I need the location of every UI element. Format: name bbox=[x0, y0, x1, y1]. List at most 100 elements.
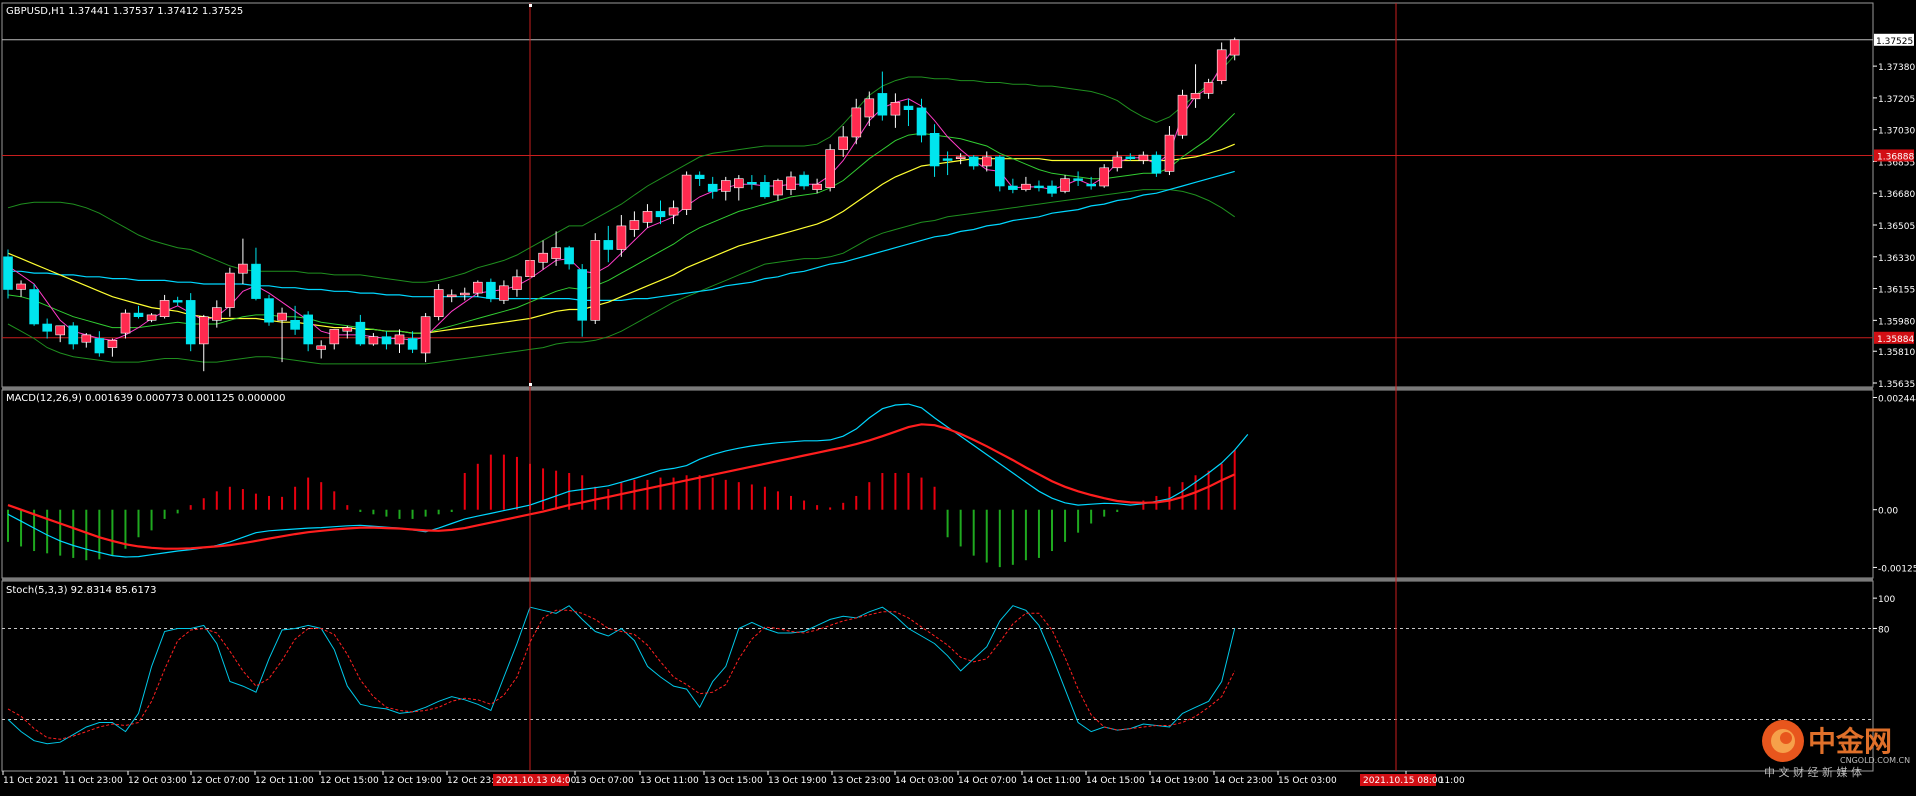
candle-body bbox=[655, 211, 666, 218]
candle-body bbox=[1151, 154, 1162, 174]
candle-body bbox=[381, 336, 392, 345]
candle-body bbox=[564, 247, 574, 265]
chart-svg: 1.375251.373801.372051.370301.368551.366… bbox=[0, 0, 1916, 792]
candle-body bbox=[590, 240, 601, 321]
candle-body bbox=[42, 323, 53, 332]
candle-body bbox=[851, 107, 862, 138]
time-tick-label: 13 Oct 07:00 bbox=[575, 776, 634, 786]
support-tag-label: 1.35884 bbox=[1877, 335, 1914, 345]
brand-name: 中金网 bbox=[1808, 725, 1892, 758]
candle-body bbox=[642, 211, 653, 223]
candle-body bbox=[681, 174, 692, 210]
candle-body bbox=[342, 327, 353, 332]
candle-body bbox=[720, 180, 731, 192]
time-tick-label: 13 Oct 23:00 bbox=[832, 776, 891, 786]
candle-body bbox=[577, 269, 588, 321]
candle-body bbox=[29, 289, 39, 325]
time-tick-label: 14 Oct 23:00 bbox=[1214, 776, 1273, 786]
candle-body bbox=[420, 316, 431, 354]
chart-root: 1.37525 1.37380 1.37205 1.37030 1.36855 1.366… bbox=[0, 0, 1916, 792]
candle-body bbox=[1112, 156, 1123, 169]
candle-body bbox=[264, 298, 274, 323]
candle-body bbox=[355, 321, 366, 345]
price-tick-label: 1.37525 bbox=[1876, 37, 1913, 47]
candle-body bbox=[16, 283, 26, 290]
time-tick-label: 11 Oct 23:00 bbox=[64, 776, 123, 786]
candle-body bbox=[981, 156, 992, 167]
candle-body bbox=[316, 345, 327, 350]
candle-body bbox=[1099, 167, 1109, 187]
candle-body bbox=[459, 292, 470, 296]
brand-tagline: 中 文 财 经 新 媒 体 bbox=[1764, 765, 1862, 779]
candle-body bbox=[747, 182, 757, 185]
macd-tick-label: 0.00 bbox=[1878, 507, 1898, 517]
candle-body bbox=[603, 240, 614, 250]
candle-body bbox=[1190, 93, 1201, 100]
macd-tick-label: -0.001257 bbox=[1878, 564, 1916, 574]
candle-body bbox=[81, 334, 92, 343]
candle-body bbox=[3, 256, 13, 290]
candle-body bbox=[864, 98, 875, 118]
candle-body bbox=[1008, 185, 1018, 190]
candle-body bbox=[838, 136, 849, 150]
candle-body bbox=[707, 183, 718, 192]
candle-body bbox=[238, 263, 248, 274]
candle-body bbox=[212, 307, 222, 321]
time-tick-label: 14 Oct 03:00 bbox=[895, 776, 954, 786]
stoch-title: Stoch(5,3,3) 92.8314 85.6173 bbox=[6, 585, 157, 596]
macd-tick-label: 0.002444 bbox=[1878, 394, 1916, 404]
candle-body bbox=[185, 300, 196, 345]
price-tick-label: 1.36155 bbox=[1878, 286, 1915, 296]
candle-body bbox=[446, 294, 457, 297]
candle-body bbox=[694, 174, 705, 180]
candle-body bbox=[955, 156, 966, 159]
candle-body bbox=[825, 149, 836, 189]
candle-body bbox=[1203, 82, 1214, 94]
candle-body bbox=[890, 102, 901, 116]
candle-body bbox=[1125, 156, 1136, 159]
candle-body bbox=[394, 334, 405, 345]
candle-body bbox=[1177, 94, 1188, 136]
candle-body bbox=[107, 339, 118, 348]
price-tick-label: 1.37205 bbox=[1878, 95, 1915, 105]
candle-body bbox=[55, 325, 66, 336]
time-tick-label: 15 Oct 03:00 bbox=[1278, 776, 1337, 786]
stoch-tick-label: 100 bbox=[1878, 595, 1895, 605]
candle-body bbox=[877, 93, 888, 116]
brand-url: CNGOLD.COM.CN bbox=[1840, 756, 1910, 765]
candle-body bbox=[251, 263, 261, 299]
time-tick-label: 12 Oct 07:00 bbox=[191, 776, 250, 786]
candle-body bbox=[120, 312, 131, 334]
time-marker-left-label: 2021.10.13 04:00 bbox=[496, 776, 577, 786]
candle-body bbox=[329, 329, 340, 345]
candle-body bbox=[916, 107, 927, 136]
macd-title: MACD(12,26,9) 0.001639 0.000773 0.001125… bbox=[6, 393, 286, 404]
price-tick-label: 1.35635 bbox=[1878, 380, 1915, 390]
candle-body bbox=[199, 316, 209, 345]
candle-body bbox=[538, 252, 548, 263]
candle-body bbox=[1034, 185, 1044, 189]
candle-body bbox=[499, 285, 509, 301]
candle-body bbox=[929, 133, 940, 167]
candle-body bbox=[968, 156, 979, 167]
price-tick-label: 1.36330 bbox=[1878, 254, 1915, 264]
price-tick-label: 1.37380 bbox=[1878, 63, 1915, 73]
main-title: GBPUSD,H1 1.37441 1.37537 1.37412 1.3752… bbox=[6, 6, 243, 17]
candle-body bbox=[303, 314, 314, 345]
price-tick-label: 1.36505 bbox=[1878, 222, 1915, 232]
candle-body bbox=[773, 180, 783, 196]
candle-body bbox=[1229, 39, 1240, 56]
candle-body bbox=[1047, 185, 1057, 194]
candle-body bbox=[94, 338, 105, 354]
time-tick-label: 12 Oct 19:00 bbox=[383, 776, 442, 786]
candle-body bbox=[225, 272, 235, 308]
candle-body bbox=[616, 225, 627, 250]
resistance-tag-label: 1.36888 bbox=[1877, 152, 1914, 162]
price-tick-label: 1.37030 bbox=[1878, 127, 1915, 137]
crosshair-handle-top bbox=[529, 4, 532, 7]
candle-body bbox=[290, 319, 300, 330]
candle-body bbox=[133, 312, 144, 318]
time-tick-label: 14 Oct 15:00 bbox=[1086, 776, 1145, 786]
time-tick-label: 13 Oct 11:00 bbox=[640, 776, 699, 786]
time-tick-label: 12 Oct 03:00 bbox=[128, 776, 187, 786]
